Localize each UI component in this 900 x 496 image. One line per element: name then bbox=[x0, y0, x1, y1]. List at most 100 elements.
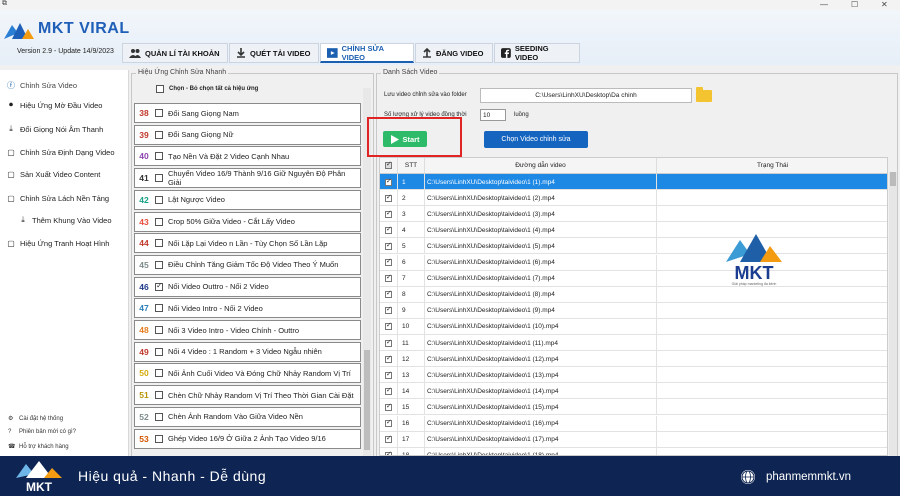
row-checkbox-cell[interactable] bbox=[380, 431, 398, 448]
row-checkbox-cell[interactable] bbox=[380, 254, 398, 271]
folder-icon[interactable] bbox=[696, 87, 712, 102]
row-checkbox[interactable] bbox=[385, 370, 392, 379]
quick-effect-item[interactable]: 44 Nối Lặp Lại Video n Lần - Tùy Chọn Số … bbox=[134, 233, 361, 254]
sidebar-item-content-production[interactable]: ▢ Sản Xuất Video Content bbox=[6, 167, 100, 181]
row-checkbox[interactable] bbox=[385, 402, 392, 411]
table-row[interactable]: 14C:\Users\LinhXU\Desktop\taivideo\1 (14… bbox=[380, 383, 887, 400]
row-checkbox[interactable] bbox=[385, 354, 392, 363]
table-row[interactable]: 18C:\Users\LinhXU\Desktop\taivideo\1 (18… bbox=[380, 447, 887, 455]
close-button[interactable]: ✕ bbox=[881, 0, 888, 9]
row-checkbox-cell[interactable] bbox=[380, 270, 398, 287]
tab-account-manager[interactable]: QUẢN LÍ TÀI KHOẢN bbox=[122, 43, 228, 63]
row-checkbox[interactable] bbox=[385, 338, 392, 347]
quick-effect-item[interactable]: 42 Lật Ngược Video bbox=[134, 189, 361, 210]
quick-effect-item[interactable]: 49 Nối 4 Video : 1 Random + 3 Video Ngẫu … bbox=[134, 341, 361, 362]
customer-support-link[interactable]: ☎ Hỗ trợ khách hàng bbox=[8, 443, 69, 451]
effect-checkbox[interactable] bbox=[155, 239, 163, 248]
table-row[interactable]: 4C:\Users\LinhXU\Desktop\taivideo\1 (4).… bbox=[380, 222, 887, 239]
table-row[interactable]: 16C:\Users\LinhXU\Desktop\taivideo\1 (16… bbox=[380, 415, 887, 432]
tab-seeding-video[interactable]: SEEDING VIDEO bbox=[494, 43, 580, 63]
row-checkbox[interactable] bbox=[385, 209, 392, 218]
effect-checkbox[interactable] bbox=[154, 174, 163, 183]
row-checkbox[interactable] bbox=[385, 289, 392, 299]
table-row[interactable]: 6C:\Users\LinhXU\Desktop\taivideo\1 (6).… bbox=[380, 254, 887, 271]
effect-checkbox[interactable] bbox=[155, 281, 163, 291]
quick-effect-item[interactable]: 50 Nối Ảnh Cuối Video Và Đóng Chữ Nhảy Ra… bbox=[134, 363, 361, 384]
quick-effect-item[interactable]: 43 Crop 50% Giữa Video - Cắt Lấy Video bbox=[134, 211, 361, 232]
row-checkbox[interactable] bbox=[385, 257, 392, 266]
column-header-stt[interactable]: STT bbox=[398, 158, 425, 174]
quick-scrollbar-thumb[interactable] bbox=[364, 350, 370, 450]
quick-effect-item[interactable]: 48 Nối 3 Video Intro - Video Chính - Outt… bbox=[134, 320, 361, 340]
row-checkbox-cell[interactable] bbox=[380, 174, 398, 190]
row-checkbox-cell[interactable] bbox=[380, 351, 398, 368]
effect-checkbox[interactable] bbox=[155, 304, 163, 313]
row-checkbox-cell[interactable] bbox=[380, 383, 398, 400]
row-checkbox-cell[interactable] bbox=[380, 415, 398, 432]
row-checkbox-cell[interactable] bbox=[380, 206, 398, 223]
row-checkbox[interactable] bbox=[385, 321, 392, 331]
effect-checkbox[interactable] bbox=[155, 347, 163, 356]
table-row[interactable]: 3C:\Users\LinhXU\Desktop\taivideo\1 (3).… bbox=[380, 206, 887, 223]
system-settings-link[interactable]: ⚙ Cài đặt hệ thống bbox=[8, 415, 63, 423]
select-all-checkbox[interactable] bbox=[156, 85, 164, 93]
effect-checkbox[interactable] bbox=[155, 217, 163, 226]
table-row[interactable]: 13C:\Users\LinhXU\Desktop\taivideo\1 (13… bbox=[380, 367, 887, 384]
row-checkbox[interactable] bbox=[385, 193, 392, 202]
sidebar-item-cartoon-effect[interactable]: ▢ Hiệu Ứng Tranh Hoạt Hình bbox=[6, 236, 109, 250]
table-row[interactable]: 12C:\Users\LinhXU\Desktop\taivideo\1 (12… bbox=[380, 351, 887, 368]
sidebar-item-intro-effect[interactable]: ⏺ Hiệu Ứng Mờ Đầu Video bbox=[6, 98, 102, 112]
row-checkbox-cell[interactable] bbox=[380, 318, 398, 335]
quick-effect-item[interactable]: 46 Nối Video Outtro - Nối 2 Video bbox=[134, 276, 361, 297]
sidebar-item-voice-change[interactable]: ⤓ Đổi Giọng Nói Âm Thanh bbox=[6, 122, 103, 136]
table-scrollbar[interactable] bbox=[889, 172, 897, 456]
minimize-button[interactable]: — bbox=[820, 0, 828, 9]
table-row[interactable]: 17C:\Users\LinhXU\Desktop\taivideo\1 (17… bbox=[380, 431, 887, 448]
effect-checkbox[interactable] bbox=[155, 434, 163, 443]
table-row[interactable]: 2C:\Users\LinhXU\Desktop\taivideo\1 (2).… bbox=[380, 190, 887, 207]
effect-checkbox[interactable] bbox=[155, 326, 163, 334]
row-checkbox[interactable] bbox=[385, 225, 392, 234]
table-row[interactable]: 5C:\Users\LinhXU\Desktop\taivideo\1 (5).… bbox=[380, 238, 887, 255]
row-checkbox-cell[interactable] bbox=[380, 286, 398, 303]
quick-effect-item[interactable]: 53 Ghép Video 16/9 Ở Giữa 2 Ảnh Tạo Video… bbox=[134, 428, 361, 449]
quick-effect-item[interactable]: 41 Chuyển Video 16/9 Thành 9/16 Giữ Nguyê… bbox=[134, 168, 361, 189]
quick-effect-item[interactable]: 39 Đổi Sang Giọng Nữ bbox=[134, 124, 361, 145]
row-checkbox-cell[interactable] bbox=[380, 367, 398, 384]
quick-effect-item[interactable]: 47 Nối Video Intro - Nối 2 Video bbox=[134, 298, 361, 319]
effect-checkbox[interactable] bbox=[155, 369, 163, 378]
effect-checkbox[interactable] bbox=[155, 130, 163, 139]
effect-checkbox[interactable] bbox=[155, 412, 163, 421]
quick-effect-item[interactable]: 38 Đổi Sang Giọng Nam bbox=[134, 103, 361, 123]
row-checkbox-cell[interactable] bbox=[380, 222, 398, 239]
row-checkbox[interactable] bbox=[385, 241, 392, 250]
sidebar-item-edit-video[interactable]: ⓕ Chỉnh Sửa Video bbox=[6, 78, 77, 92]
quick-effect-item[interactable]: 51 Chèn Chữ Nhảy Random Vị Trí Theo Thời … bbox=[134, 385, 361, 406]
save-folder-input[interactable]: C:\Users\LinhXU\Desktop\Da chinh bbox=[480, 88, 692, 103]
maximize-button[interactable]: ☐ bbox=[851, 0, 858, 9]
row-checkbox[interactable] bbox=[385, 434, 392, 444]
row-checkbox[interactable] bbox=[385, 305, 392, 315]
table-row[interactable]: 1C:\Users\LinhXU\Desktop\taivideo\1 (1).… bbox=[380, 174, 887, 190]
table-row[interactable]: 11C:\Users\LinhXU\Desktop\taivideo\1 (11… bbox=[380, 335, 887, 351]
table-row[interactable]: 15C:\Users\LinhXU\Desktop\taivideo\1 (15… bbox=[380, 399, 887, 416]
row-checkbox-cell[interactable] bbox=[380, 238, 398, 255]
tab-scan-download[interactable]: QUÉT TẢI VIDEO bbox=[229, 43, 319, 63]
quick-effect-item[interactable]: 40 Tạo Nền Và Đặt 2 Video Cạnh Nhau bbox=[134, 146, 361, 167]
effect-checkbox[interactable] bbox=[155, 391, 163, 400]
quick-effect-item[interactable]: 52 Chèn Ảnh Random Vào Giữa Video Nền bbox=[134, 406, 361, 427]
effect-checkbox[interactable] bbox=[155, 152, 163, 161]
table-row[interactable]: 10C:\Users\LinhXU\Desktop\taivideo\1 (10… bbox=[380, 318, 887, 335]
effect-checkbox[interactable] bbox=[155, 260, 163, 269]
column-header-status[interactable]: Trạng Thái bbox=[657, 158, 887, 174]
table-row[interactable]: 7C:\Users\LinhXU\Desktop\taivideo\1 (7).… bbox=[380, 270, 887, 287]
choose-video-button[interactable]: Chọn Video chỉnh sửa bbox=[484, 131, 588, 148]
effect-checkbox[interactable] bbox=[155, 195, 163, 204]
select-all-row[interactable]: Chọn - Bỏ chọn tất cả hiệu ứng bbox=[156, 85, 258, 93]
row-checkbox-cell[interactable] bbox=[380, 399, 398, 416]
row-checkbox-cell[interactable] bbox=[380, 335, 398, 351]
header-checkbox[interactable] bbox=[385, 160, 392, 169]
sidebar-item-add-frame[interactable]: ⤓ Thêm Khung Vào Video bbox=[18, 213, 111, 227]
thread-count-input[interactable]: 10 bbox=[480, 109, 506, 121]
row-checkbox-cell[interactable] bbox=[380, 302, 398, 319]
